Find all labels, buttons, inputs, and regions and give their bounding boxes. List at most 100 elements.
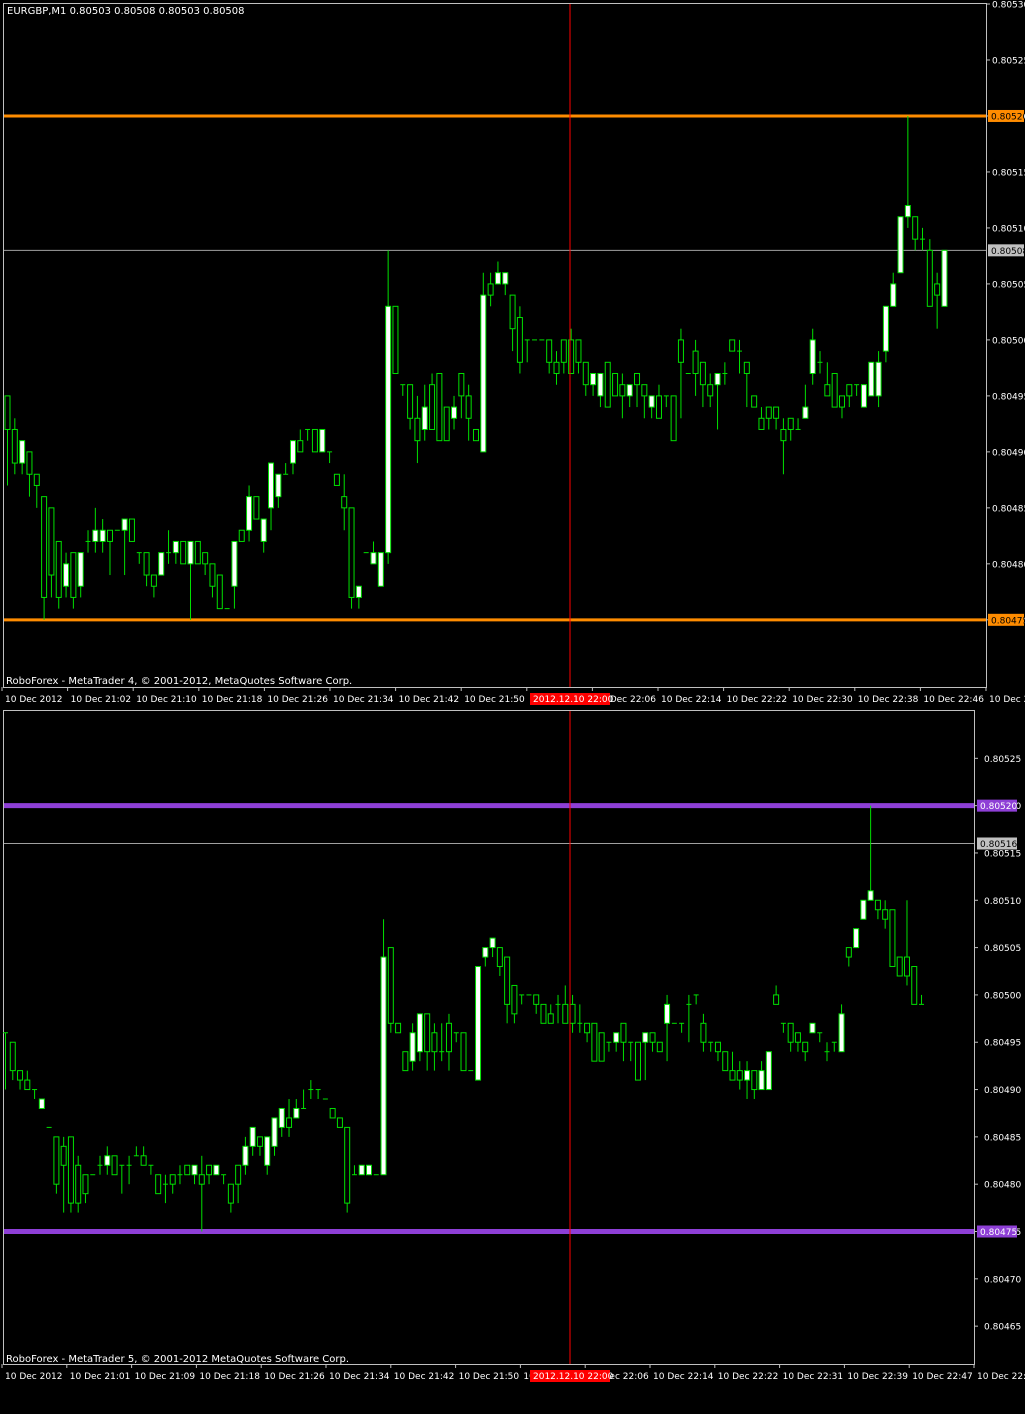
candle (460, 1032, 467, 1072)
candle (253, 496, 260, 520)
candle-body (729, 1070, 736, 1081)
candle-body (846, 384, 853, 397)
candle (598, 1032, 605, 1062)
candle-body (860, 384, 867, 408)
candle-body (875, 361, 882, 397)
candle-body (260, 518, 267, 542)
candle-body (429, 384, 436, 430)
candle (853, 928, 860, 949)
candle-body (620, 1022, 627, 1043)
candle-body (67, 1136, 74, 1204)
candle-body (155, 1174, 162, 1195)
candle-body (458, 372, 465, 397)
candle-body (92, 529, 99, 542)
candle-body (897, 216, 904, 274)
candle (722, 1051, 729, 1072)
candle-body (744, 1070, 751, 1081)
candle-body (882, 909, 889, 920)
time-tick-label: 10 Dec 22:47 (912, 1372, 973, 1382)
candle-body (824, 384, 831, 397)
candle (831, 372, 838, 408)
time-tick-label: 10 Dec 22:31 (783, 1372, 844, 1382)
candle-body (582, 361, 589, 386)
price-tick-label: 0.80525 (984, 755, 1021, 765)
candle (612, 372, 619, 397)
candle (765, 1051, 772, 1091)
price-tick-label: 0.80495 (984, 1039, 1021, 1049)
time-tick-label: 10 Dec 21:10 (136, 695, 197, 705)
candle-body (465, 395, 472, 419)
candle-body (941, 249, 948, 307)
cursor-time-tag-label: 2012.12.10 22:00 (533, 695, 614, 705)
price-tick-label: 0.80500 (992, 336, 1025, 346)
candle-body (642, 1032, 649, 1043)
candle-body (780, 428, 787, 442)
candle-body (82, 1174, 89, 1195)
candle-body (445, 1022, 452, 1053)
candle-body (575, 339, 582, 363)
price-tick-label: 0.80470 (984, 1275, 1021, 1285)
candle-body (60, 1145, 67, 1166)
price-tick-label: 0.80530 (992, 1, 1025, 11)
candle (128, 518, 135, 542)
price-tick-label: 0.80480 (992, 560, 1025, 570)
candle-body (831, 372, 838, 408)
candle-body (158, 552, 165, 576)
candle-body (648, 395, 655, 408)
mt4-chart-panel[interactable]: 0.80530 0.80525 0.80520 0.80515 0.80510 0.805… (0, 0, 1025, 708)
candle-body (845, 947, 852, 958)
candle-body (75, 1164, 82, 1204)
candle-body (707, 384, 714, 397)
candle-body (758, 1070, 765, 1091)
candle-body (421, 406, 428, 430)
candle-body (649, 1032, 656, 1043)
candle (809, 1022, 816, 1034)
candle (155, 1174, 162, 1195)
candle-body (547, 1013, 554, 1024)
candle-body (489, 937, 496, 949)
candle-body (533, 994, 540, 1005)
candle-body (809, 339, 816, 374)
time-tick-label: 10 Dec 21:50 (464, 695, 525, 705)
price-tick-label: 0.80485 (992, 504, 1025, 514)
candle-body (55, 540, 62, 598)
candle-body (41, 496, 48, 598)
candle-body (70, 552, 77, 598)
candle (868, 361, 875, 397)
candle-body (385, 305, 392, 554)
candle-body (773, 994, 780, 1005)
candle-body (751, 1070, 758, 1091)
candle-body (202, 552, 209, 565)
time-tick-label: 10 Dec 21:42 (394, 1372, 455, 1382)
candle-body (4, 395, 11, 430)
candle-body (612, 372, 619, 397)
candle-body (414, 417, 421, 442)
candle-body (743, 361, 750, 374)
candle-body (63, 563, 70, 587)
mt5-chart-panel[interactable]: 0.80525 0.80520 0.80515 0.80510 0.80505 0.805… (0, 708, 1025, 1414)
candle (194, 540, 201, 565)
candle-body (271, 1117, 278, 1147)
candle (395, 1022, 402, 1034)
candle-body (111, 1155, 118, 1176)
candle-body (482, 947, 489, 958)
candle-body (344, 1126, 351, 1204)
candle (860, 899, 867, 920)
candle-body (590, 372, 597, 386)
candle (380, 919, 387, 1176)
candle-body (598, 1032, 605, 1062)
candle-body (714, 1041, 721, 1053)
time-tick-label: 10 Dec 21:02 (71, 695, 132, 705)
price-tick-label: 0.80500 (984, 991, 1021, 1001)
candle-body (33, 473, 40, 486)
candle (358, 1164, 365, 1176)
candle-body (613, 1032, 620, 1043)
candle-body (209, 563, 216, 587)
candle-body (336, 1117, 343, 1128)
candle-body (838, 395, 845, 408)
candle-body (169, 1174, 176, 1185)
candle-body (392, 305, 399, 374)
price-tick-label: 0.80510 (992, 224, 1025, 234)
candle-body (180, 540, 187, 565)
candle-body (121, 518, 128, 531)
